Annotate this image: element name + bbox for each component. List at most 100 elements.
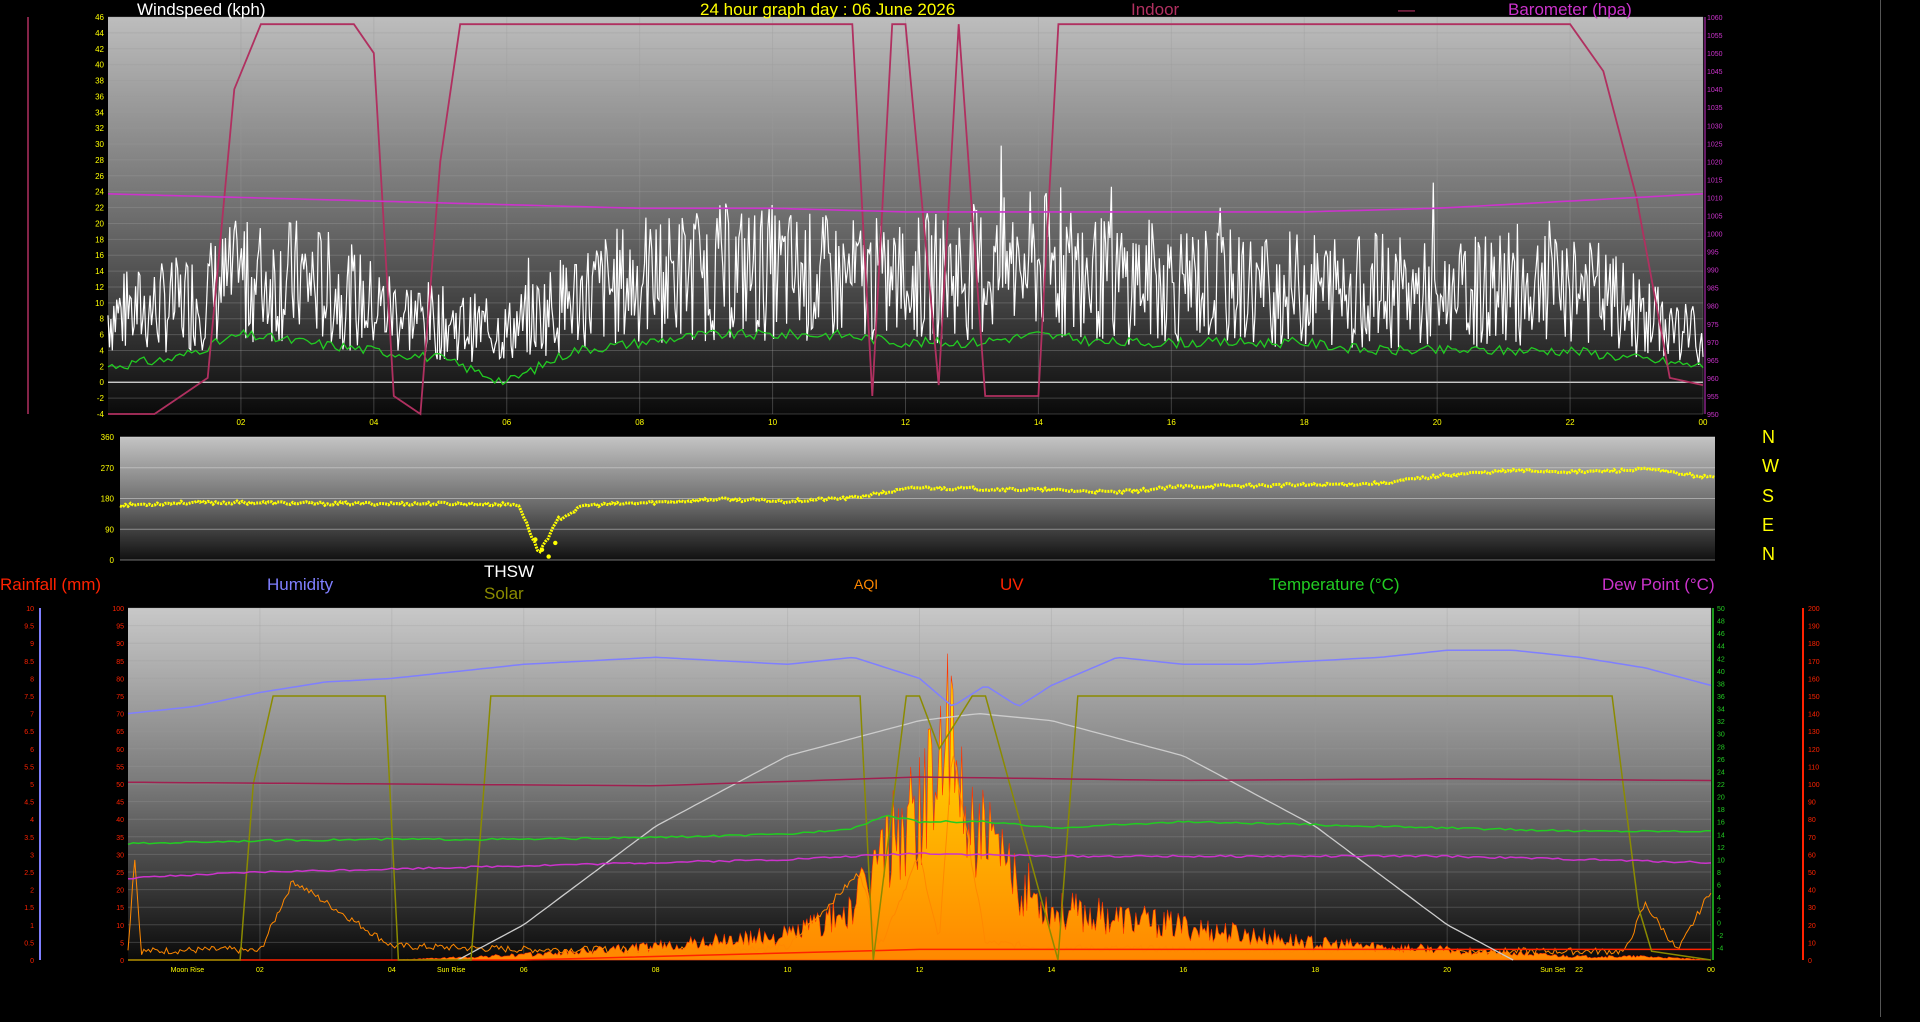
rain-tick-label: 1 <box>30 923 34 930</box>
barometer-tick-label: 1060 <box>1707 15 1723 22</box>
weather-x-tick-label: 02 <box>256 967 264 974</box>
temperature-tick-label: 12 <box>1717 845 1725 852</box>
solar-tick-label: 140 <box>1808 712 1820 719</box>
solar-tick-label: 90 <box>1808 800 1816 807</box>
humidity-tick-label: 5 <box>120 940 124 947</box>
temperature-tick-label: 38 <box>1717 681 1725 688</box>
humidity-tick-label: 15 <box>116 905 124 912</box>
weather-x-tick-label: 14 <box>1048 967 1056 974</box>
indoor-label: Indoor <box>1131 0 1180 19</box>
thsw-label: THSW <box>484 562 535 581</box>
solar-tick-label: 50 <box>1808 870 1816 877</box>
wind-left-tick-label: 6 <box>100 331 105 340</box>
temperature-tick-label: 28 <box>1717 744 1725 751</box>
solar-tick-label: 10 <box>1808 940 1816 947</box>
barometer-tick-label: 1000 <box>1707 232 1723 239</box>
temperature-tick-label: -4 <box>1717 945 1723 952</box>
rain-tick-label: 0 <box>30 958 34 965</box>
temperature-tick-label: 50 <box>1717 606 1725 613</box>
solar-tick-label: 30 <box>1808 905 1816 912</box>
temperature-tick-label: 0 <box>1717 920 1721 927</box>
wind-left-tick-label: 8 <box>100 315 105 324</box>
humidity-tick-label: 30 <box>116 852 124 859</box>
direction-tick-label: 270 <box>101 464 115 473</box>
wind-left-tick-label: 32 <box>95 124 104 133</box>
humidity-tick-label: 65 <box>116 729 124 736</box>
solar-tick-label: 0 <box>1808 958 1812 965</box>
weather-x-tick-label: 18 <box>1311 967 1319 974</box>
barometer-tick-label: 1025 <box>1707 141 1723 148</box>
wind-left-tick-label: 40 <box>95 61 104 70</box>
wind-x-tick-label: 10 <box>768 418 777 427</box>
temperature-tick-label: 44 <box>1717 644 1725 651</box>
humidity-tick-label: 90 <box>116 641 124 648</box>
wind-left-tick-label: 22 <box>95 204 104 213</box>
rainfall-label: Rainfall (mm) <box>0 575 102 594</box>
humidity-tick-label: 50 <box>116 782 124 789</box>
solar-tick-label: 40 <box>1808 888 1816 895</box>
barometer-tick-label: 985 <box>1707 286 1719 293</box>
barometer-tick-label: 990 <box>1707 268 1719 275</box>
wind-left-tick-label: 36 <box>95 92 104 101</box>
humidity-tick-label: 70 <box>116 712 124 719</box>
solar-tick-label: 70 <box>1808 835 1816 842</box>
temperature-tick-label: 8 <box>1717 870 1721 877</box>
barometer-tick-label: 1030 <box>1707 123 1723 130</box>
humidity-tick-label: 40 <box>116 817 124 824</box>
barometer-tick-label: 1035 <box>1707 105 1723 112</box>
wind-direction-point <box>533 537 538 542</box>
solar-tick-label: 160 <box>1808 676 1820 683</box>
rain-tick-label: 0.5 <box>24 940 34 947</box>
compass-w: W <box>1762 456 1779 476</box>
wind-left-tick-label: 44 <box>95 29 104 38</box>
temperature-tick-label: -2 <box>1717 933 1723 940</box>
weather-x-tick-label: 06 <box>520 967 528 974</box>
weather-x-tick-label: Sun Set <box>1540 967 1565 974</box>
weather-x-tick-label: Moon Rise <box>171 967 205 974</box>
barometer-tick-label: 995 <box>1707 250 1719 257</box>
barometer-tick-label: 965 <box>1707 358 1719 365</box>
wind-left-tick-label: 42 <box>95 45 104 54</box>
rain-tick-label: 5 <box>30 782 34 789</box>
temperature-tick-label: 22 <box>1717 782 1725 789</box>
temperature-tick-label: 10 <box>1717 857 1725 864</box>
wind-x-tick-label: 12 <box>901 418 910 427</box>
direction-tick-label: 360 <box>101 433 115 442</box>
rain-tick-label: 4 <box>30 817 34 824</box>
wind-x-tick-label: 08 <box>635 418 644 427</box>
rain-tick-label: 9 <box>30 641 34 648</box>
temperature-tick-label: 30 <box>1717 732 1725 739</box>
humidity-tick-label: 25 <box>116 870 124 877</box>
wind-left-tick-label: 26 <box>95 172 104 181</box>
humidity-tick-label: 35 <box>116 835 124 842</box>
uv-label: UV <box>1000 575 1024 594</box>
legend-dash: — <box>1398 0 1415 19</box>
wind-x-tick-label: 20 <box>1433 418 1442 427</box>
solar-tick-label: 60 <box>1808 852 1816 859</box>
weather-graph-stage: -4 -2 0 2 4 6 8 10 12 14 16 18 20 22 24 26 28 30 32 34 36 38 4… <box>0 0 1920 1017</box>
temperature-tick-label: 34 <box>1717 707 1725 714</box>
solar-tick-label: 100 <box>1808 782 1820 789</box>
temperature-tick-label: 32 <box>1717 719 1725 726</box>
compass-s: S <box>1762 486 1775 506</box>
wind-x-tick-label: 02 <box>236 418 245 427</box>
solar-tick-label: 110 <box>1808 764 1819 771</box>
temperature-tick-label: 36 <box>1717 694 1725 701</box>
humidity-tick-label: 45 <box>116 800 124 807</box>
direction-tick-label: 0 <box>110 556 115 565</box>
barometer-tick-label: 950 <box>1707 412 1719 419</box>
temperature-tick-label: 42 <box>1717 656 1725 663</box>
graph-title: 24 hour graph day : 06 June 2026 <box>700 0 956 19</box>
barometer-tick-label: 955 <box>1707 394 1719 401</box>
humidity-tick-label: 80 <box>116 676 124 683</box>
humidity-tick-label: 100 <box>112 606 124 613</box>
wind-x-tick-label: 16 <box>1167 418 1176 427</box>
solar-tick-label: 170 <box>1808 659 1820 666</box>
rain-tick-label: 1.5 <box>24 905 34 912</box>
temperature-tick-label: 46 <box>1717 631 1725 638</box>
rain-tick-label: 7.5 <box>24 694 34 701</box>
weather-x-tick-label: 20 <box>1443 967 1451 974</box>
direction-tick-label: 180 <box>101 495 115 504</box>
rain-tick-label: 10 <box>26 606 34 613</box>
temperature-label: Temperature (°C) <box>1269 575 1400 594</box>
